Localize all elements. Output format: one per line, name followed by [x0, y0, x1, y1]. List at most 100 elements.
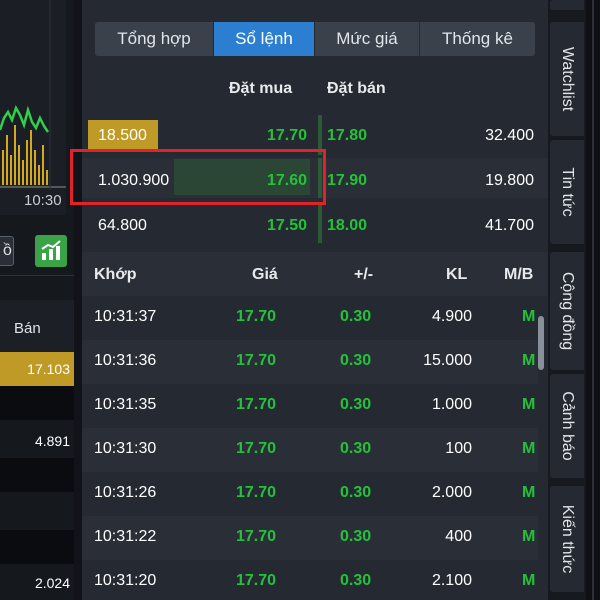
trade-row[interactable]: 10:31:22 17.70 0.30 400 M [82, 516, 538, 560]
left-divider [0, 275, 76, 276]
tab-tong-hop[interactable]: Tổng hợp [95, 22, 214, 56]
trade-change: 0.30 [340, 528, 372, 545]
side-tab-label: Kiến thức [559, 504, 576, 574]
left-table-row: 17.103 [0, 352, 74, 386]
order-book-panel: Tổng hợp Sổ lệnh Mức giá Thống kê Đặt mu… [70, 0, 548, 600]
trade-price: 17.70 [236, 352, 277, 369]
trade-volume: 1.000 [431, 396, 472, 413]
trade-volume: 400 [445, 528, 472, 545]
panel-separator [74, 0, 82, 600]
order-book-row[interactable]: 64.800 17.50 18.00 41.700 [82, 203, 548, 243]
trades-scrollbar[interactable] [538, 316, 544, 370]
side-tab-top-partial [550, 0, 584, 10]
trade-time: 10:31:30 [94, 440, 157, 457]
tab-muc-gia[interactable]: Mức giá [315, 22, 420, 56]
side-tab-label: Cảnh báo [559, 391, 576, 461]
tab-bar: Tổng hợp Sổ lệnh Mức giá Thống kê [95, 22, 535, 56]
chart-view-button[interactable] [35, 235, 67, 267]
col-header-time: Khớp [94, 266, 137, 283]
trade-change: 0.30 [340, 572, 372, 589]
trade-volume: 2.100 [431, 572, 472, 589]
side-tab-tin-tuc[interactable]: Tin tức [550, 140, 584, 244]
ask-price: 17.80 [327, 127, 368, 144]
right-edge-divider [592, 0, 594, 600]
trade-change: 0.30 [340, 440, 372, 457]
trade-time: 10:31:26 [94, 484, 157, 501]
trade-volume: 4.900 [431, 308, 472, 325]
trade-row[interactable]: 10:31:20 17.70 0.30 2.100 M [82, 560, 538, 600]
partial-left-button[interactable]: ồ [0, 236, 14, 266]
trade-side: M [522, 484, 536, 501]
trade-row[interactable]: 10:31:35 17.70 0.30 1.000 M [82, 384, 538, 428]
trade-row[interactable]: 10:31:26 17.70 0.30 2.000 M [82, 472, 538, 516]
ask-price: 18.00 [327, 217, 368, 234]
trade-price: 17.70 [236, 308, 277, 325]
trade-change: 0.30 [340, 352, 372, 369]
trade-side: M [522, 528, 536, 545]
left-table-row [0, 530, 74, 564]
mini-chart-svg [0, 0, 66, 190]
ask-depth-bar [318, 203, 322, 243]
col-header-volume: KL [446, 266, 468, 283]
left-table-row: 2.024 [34, 575, 70, 591]
ask-volume: 41.700 [485, 217, 534, 234]
trade-change: 0.30 [340, 308, 372, 325]
left-partial-panel: 10:30 ồ Bán 17.103 4.891 2.024 [0, 0, 76, 600]
trade-side: M [522, 572, 536, 589]
chart-time-tick: 10:30 [24, 192, 62, 209]
trade-time: 10:31:22 [94, 528, 157, 545]
trade-price: 17.70 [236, 484, 277, 501]
ask-volume: 32.400 [485, 127, 534, 144]
side-tab-watchlist[interactable]: Watchlist [550, 22, 584, 136]
matched-trades-header [82, 252, 548, 296]
bid-volume: 18.500 [98, 127, 147, 144]
trade-time: 10:31:20 [94, 572, 157, 589]
side-tab-label: Cộng đồng [559, 271, 576, 351]
trade-row[interactable]: 10:31:36 17.70 0.30 15.000 M [82, 340, 538, 384]
trade-price: 17.70 [236, 440, 277, 457]
tab-so-lenh[interactable]: Sổ lệnh [214, 22, 315, 56]
trade-row[interactable]: 10:31:37 17.70 0.30 4.900 M [82, 296, 538, 340]
side-tab-cong-dong[interactable]: Cộng đồng [550, 252, 584, 370]
trade-time: 10:31:35 [94, 396, 157, 413]
side-tab-bar: Watchlist Tin tức Cộng đồng Cảnh báo Kiế… [548, 0, 600, 600]
highlight-annotation-box [70, 149, 326, 205]
trade-side: M [522, 396, 536, 413]
trade-price: 17.70 [236, 572, 277, 589]
trade-volume: 15.000 [423, 352, 472, 369]
ask-header: Đặt bán [327, 80, 386, 97]
col-header-change: +/- [354, 266, 374, 283]
bid-volume: 64.800 [98, 217, 147, 234]
left-table-row [0, 386, 74, 420]
tab-thong-ke[interactable]: Thống kê [420, 22, 535, 56]
trade-row[interactable]: 10:31:30 17.70 0.30 100 M [82, 428, 538, 472]
left-table-row: 4.891 [34, 433, 70, 449]
col-header-price: Giá [252, 266, 278, 283]
trade-change: 0.30 [340, 396, 372, 413]
trade-volume: 2.000 [431, 484, 472, 501]
mini-intraday-chart: 10:30 [0, 0, 66, 215]
sell-column-header: Bán [14, 320, 41, 337]
trade-change: 0.30 [340, 484, 372, 501]
side-tab-label: Tin tức [559, 167, 576, 217]
trade-time: 10:31:36 [94, 352, 157, 369]
side-tab-label: Watchlist [559, 46, 576, 112]
col-header-side: M/B [504, 266, 534, 283]
ask-volume: 19.800 [485, 172, 534, 189]
side-tab-kien-thuc[interactable]: Kiến thức [550, 486, 584, 592]
side-tab-canh-bao[interactable]: Cảnh báo [550, 374, 584, 478]
bid-price: 17.50 [266, 217, 307, 234]
trade-time: 10:31:37 [94, 308, 157, 325]
bar-chart-up-icon [41, 240, 61, 260]
bid-header: Đặt mua [229, 80, 293, 97]
trade-side: M [522, 440, 536, 457]
trade-price: 17.70 [236, 396, 277, 413]
trade-side: M [522, 308, 536, 325]
trade-volume: 100 [445, 440, 472, 457]
trade-side: M [522, 352, 536, 369]
trade-price: 17.70 [236, 528, 277, 545]
left-table-row [0, 496, 74, 530]
bid-price: 17.70 [266, 127, 307, 144]
ask-price: 17.90 [327, 172, 368, 189]
left-table-row [0, 458, 74, 492]
